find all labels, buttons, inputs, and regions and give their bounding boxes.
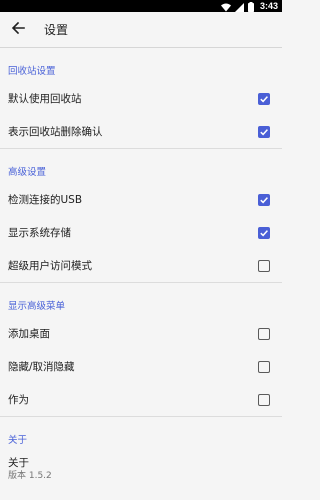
check-icon: [260, 229, 268, 236]
section-header: 高级设置: [8, 167, 47, 178]
pref-label: 隐藏/取消隐藏: [8, 361, 75, 373]
pref-label: 表示回收站删除确认: [8, 126, 103, 138]
arrow-back-icon: [11, 20, 25, 39]
pref-row-detect-usb[interactable]: 检测连接的USB: [0, 183, 282, 216]
pref-label: 显示系统存储: [8, 227, 71, 239]
pref-row-hide-unhide[interactable]: 隐藏/取消隐藏: [0, 350, 282, 383]
wifi-icon: [220, 0, 231, 16]
check-icon: [260, 95, 268, 102]
toolbar: 设置: [0, 12, 282, 48]
checkbox[interactable]: [258, 393, 270, 406]
version-text: 版本 1.5.2: [8, 471, 52, 481]
pref-label: 默认使用回收站: [8, 93, 82, 105]
checkbox[interactable]: [258, 259, 270, 272]
about-title: 关于: [8, 457, 29, 469]
check-icon: [260, 196, 268, 203]
pref-row-default-recycle-bin[interactable]: 默认使用回收站: [0, 82, 282, 115]
pref-label: 添加桌面: [8, 328, 50, 340]
back-button[interactable]: [2, 14, 34, 46]
page-title: 设置: [44, 23, 69, 37]
checkbox[interactable]: [258, 226, 270, 239]
signal-icon: [234, 0, 244, 16]
checkbox[interactable]: [258, 125, 270, 138]
status-icons: 3:43: [220, 0, 278, 12]
settings-list: 回收站设置 默认使用回收站 表示回收站删除确认 高级设置 检测连接的USB 显示…: [0, 48, 282, 487]
pref-row-add-desktop[interactable]: 添加桌面: [0, 317, 282, 350]
pref-label: 检测连接的USB: [8, 194, 83, 206]
pref-label: 超级用户访问模式: [8, 260, 92, 272]
checkbox[interactable]: [258, 92, 270, 105]
checkbox[interactable]: [258, 327, 270, 340]
about-row[interactable]: 关于 版本 1.5.2: [0, 451, 282, 487]
status-bar: 3:43: [0, 0, 282, 12]
section-header: 显示高级菜单: [8, 301, 66, 312]
pref-row-root-access[interactable]: 超级用户访问模式: [0, 249, 282, 282]
section-advanced: 高级设置 检测连接的USB 显示系统存储 超级用户访问模式: [0, 148, 282, 282]
section-header: 关于: [8, 435, 28, 446]
checkbox[interactable]: [258, 193, 270, 206]
section-header: 回收站设置: [8, 66, 56, 77]
status-time: 3:43: [259, 1, 278, 11]
pref-label: 作为: [8, 394, 29, 406]
check-icon: [260, 128, 268, 135]
battery-icon: [247, 0, 254, 16]
checkbox[interactable]: [258, 360, 270, 373]
pref-row-open-as[interactable]: 作为: [0, 383, 282, 416]
pref-row-recycle-delete-confirm[interactable]: 表示回收站删除确认: [0, 115, 282, 148]
pref-row-show-system-storage[interactable]: 显示系统存储: [0, 216, 282, 249]
section-advanced-menu: 显示高级菜单 添加桌面 隐藏/取消隐藏 作为: [0, 282, 282, 416]
section-recycle-bin: 回收站设置 默认使用回收站 表示回收站删除确认: [0, 48, 282, 148]
section-about: 关于 关于 版本 1.5.2: [0, 416, 282, 487]
